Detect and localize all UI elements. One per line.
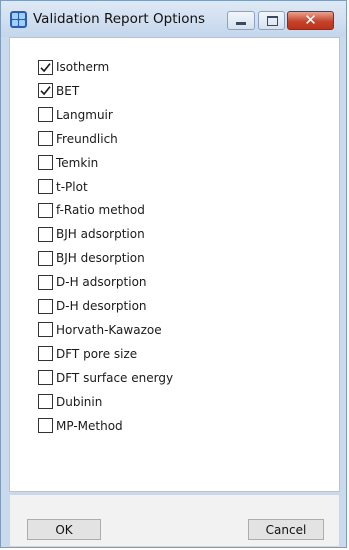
option-checkbox-row[interactable]: BET xyxy=(38,82,258,100)
option-label: D-H desorption xyxy=(56,299,147,313)
checkbox[interactable] xyxy=(38,59,53,75)
maximize-icon xyxy=(267,16,278,26)
option-checkbox-row[interactable]: D-H adsorption xyxy=(38,273,258,291)
checkbox[interactable] xyxy=(38,83,53,99)
option-checkbox-row[interactable]: Dubinin xyxy=(38,393,258,411)
option-label: DFT surface energy xyxy=(56,370,174,385)
checkbox[interactable] xyxy=(38,298,53,314)
option-checkbox-row[interactable]: Temkin xyxy=(38,154,258,172)
option-label: D-H adsorption xyxy=(56,275,147,290)
minimize-button[interactable] xyxy=(227,11,255,30)
option-checkbox-row[interactable]: Langmuir xyxy=(38,106,258,124)
title-bar[interactable]: Validation Report Options ✕ xyxy=(1,1,346,37)
option-checkbox-row[interactable]: Isotherm xyxy=(38,58,258,76)
ok-button[interactable]: OK xyxy=(27,519,101,540)
option-checkbox-row[interactable]: Freundlich xyxy=(38,130,258,148)
option-checkbox-row[interactable]: BJH desorption xyxy=(38,249,258,267)
button-bar: OK Cancel xyxy=(9,494,340,547)
option-checkbox-row[interactable]: t-Plot xyxy=(38,178,258,196)
option-checkbox-row[interactable]: D-H desorption xyxy=(38,297,258,315)
checkmark-icon xyxy=(40,86,51,96)
checkbox[interactable] xyxy=(38,250,53,266)
option-label: f-Ratio method xyxy=(56,203,145,218)
checkbox[interactable] xyxy=(38,107,53,123)
option-label: BJH adsorption xyxy=(56,227,145,242)
option-label: Temkin xyxy=(56,155,99,170)
option-checkbox-row[interactable]: DFT pore size xyxy=(38,345,258,363)
minimize-icon xyxy=(236,22,246,25)
checkbox[interactable] xyxy=(38,418,53,433)
maximize-button[interactable] xyxy=(258,11,285,30)
options-panel: Isotherm BET Langmuir Freundlich Temkin t-Plo… xyxy=(9,37,340,492)
option-checkbox-row[interactable]: DFT surface energy xyxy=(38,369,258,387)
option-label: MP-Method xyxy=(56,418,123,433)
option-label: DFT pore size xyxy=(56,346,138,361)
option-label: Isotherm xyxy=(56,60,110,74)
option-label: BJH desorption xyxy=(56,251,145,266)
checkbox[interactable] xyxy=(38,155,53,171)
checkbox[interactable] xyxy=(38,346,53,362)
checkbox[interactable] xyxy=(38,179,53,194)
option-label: Freundlich xyxy=(56,131,118,146)
option-checkbox-row[interactable]: BJH adsorption xyxy=(38,225,258,243)
option-label: Dubinin xyxy=(56,394,103,409)
checkbox[interactable] xyxy=(38,394,53,410)
checkbox[interactable] xyxy=(38,370,53,386)
option-label: t-Plot xyxy=(56,179,88,194)
option-label: Langmuir xyxy=(56,107,113,122)
checkbox[interactable] xyxy=(38,202,53,218)
checkbox[interactable] xyxy=(38,131,53,147)
window-title: Validation Report Options xyxy=(33,11,206,27)
dialog-window: Validation Report Options ✕ Isotherm BET L… xyxy=(0,0,347,548)
option-checkbox-row[interactable]: f-Ratio method xyxy=(38,201,258,219)
option-checkbox-row[interactable]: MP-Method xyxy=(38,417,258,435)
cancel-button[interactable]: Cancel xyxy=(248,519,324,540)
checkbox[interactable] xyxy=(38,322,53,338)
grid-app-icon xyxy=(10,11,27,28)
close-button[interactable]: ✕ xyxy=(287,11,334,30)
option-label: BET xyxy=(56,83,80,98)
option-label: Horvath-Kawazoe xyxy=(56,322,162,337)
close-icon: ✕ xyxy=(304,11,317,29)
checkbox[interactable] xyxy=(38,274,53,290)
checkmark-icon xyxy=(40,62,51,72)
checkbox[interactable] xyxy=(38,226,53,242)
option-checkbox-row[interactable]: Horvath-Kawazoe xyxy=(38,321,258,339)
